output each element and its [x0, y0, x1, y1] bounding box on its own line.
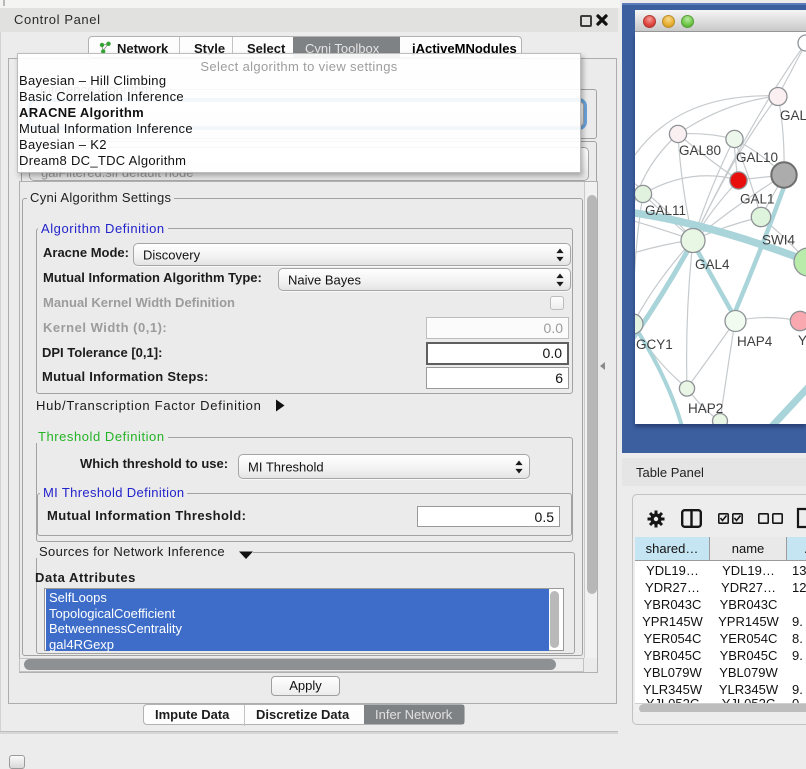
- svg-text:GAL2: GAL2: [780, 108, 806, 123]
- svg-text:GCY1: GCY1: [636, 337, 673, 352]
- svg-text:Y: Y: [798, 333, 806, 348]
- svg-text:GAL11: GAL11: [645, 203, 686, 218]
- svg-text:GAL80: GAL80: [679, 143, 721, 158]
- svg-text:HAP2: HAP2: [688, 401, 723, 416]
- svg-text:HAP4: HAP4: [737, 334, 773, 349]
- svg-text:GAL10: GAL10: [736, 150, 778, 165]
- svg-text:GAL4: GAL4: [695, 257, 730, 272]
- svg-text:SWI4: SWI4: [762, 233, 795, 248]
- svg-text:GAL1: GAL1: [740, 192, 775, 207]
